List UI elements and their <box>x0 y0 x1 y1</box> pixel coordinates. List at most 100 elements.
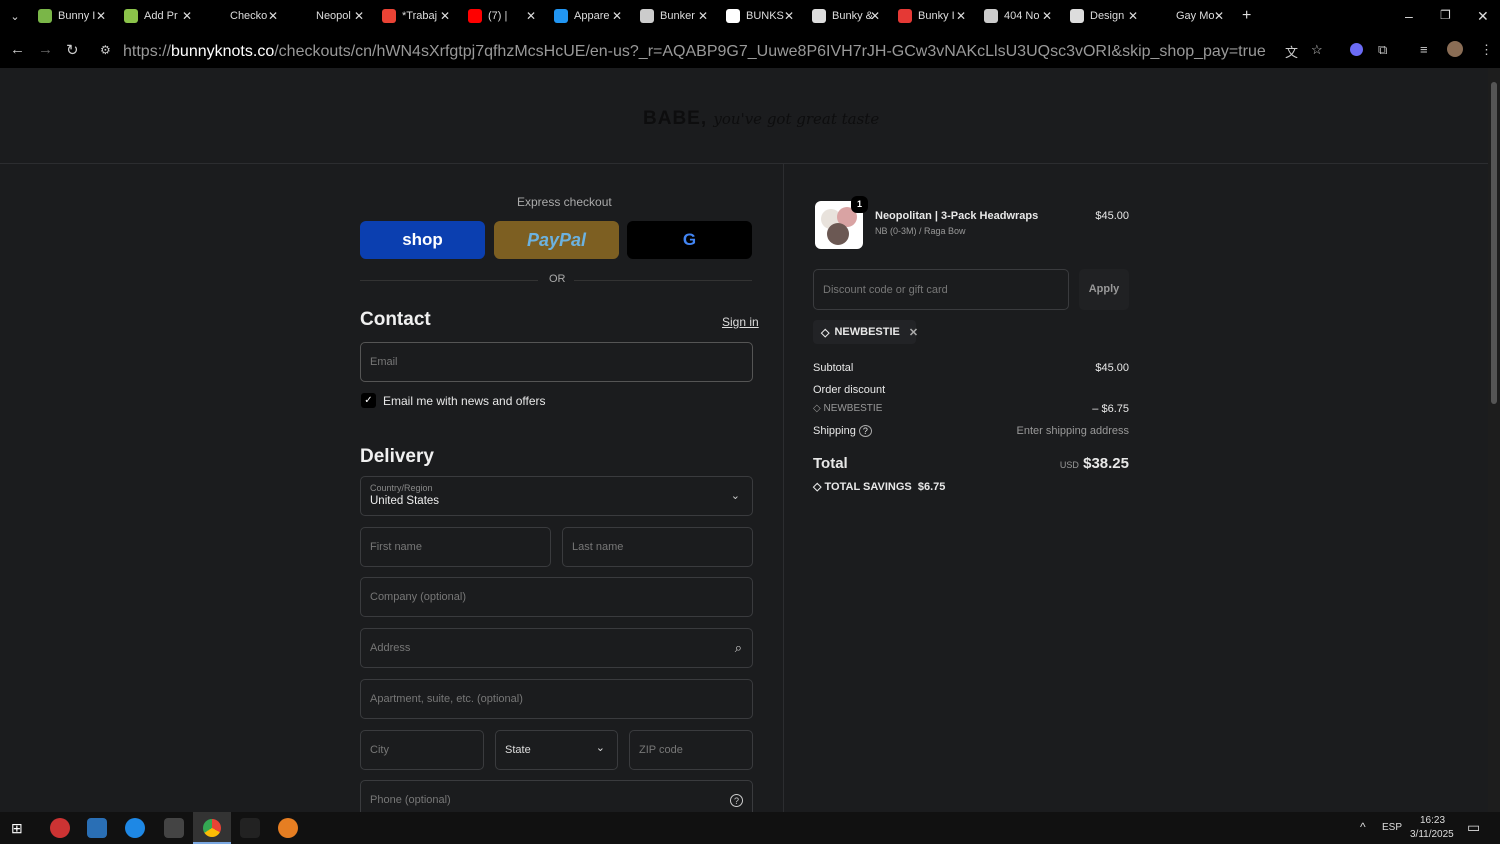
browser-tab[interactable]: Bunker ✕ <box>632 0 718 32</box>
close-tab-icon[interactable]: ✕ <box>698 9 708 23</box>
extensions-puzzle-icon[interactable]: ⧉ <box>1378 42 1387 58</box>
close-tab-icon[interactable]: ✕ <box>612 9 622 23</box>
url-field[interactable]: https://bunnyknots.co/checkouts/cn/hWN4s… <box>123 43 1266 61</box>
browser-tab[interactable]: *Trabaj ✕ <box>374 0 460 32</box>
taskbar-app-icon[interactable] <box>240 818 260 838</box>
apartment-field[interactable]: Apartment, suite, etc. (optional) <box>360 679 753 719</box>
tab-search-chevron-icon[interactable]: ⌄ <box>0 10 30 23</box>
country-select[interactable]: Country/Region United States ⌄ <box>360 476 753 516</box>
tray-chevron-icon[interactable]: ^ <box>1360 820 1366 834</box>
media-control-icon[interactable]: ≡ <box>1420 42 1428 57</box>
browser-tab[interactable]: Checko ✕ <box>202 0 288 32</box>
notifications-icon[interactable]: ▭ <box>1467 819 1480 836</box>
country-value: United States <box>370 495 440 507</box>
menu-kebab-icon[interactable]: ⋮ <box>1480 42 1493 58</box>
email-field[interactable]: Email <box>360 342 753 382</box>
close-tab-icon[interactable]: ✕ <box>1042 9 1052 23</box>
close-tab-icon[interactable]: ✕ <box>526 9 536 23</box>
last-name-field[interactable]: Last name <box>562 527 753 567</box>
restore-button[interactable]: ❐ <box>1440 8 1451 22</box>
browser-tab[interactable]: Gay Mo ✕ <box>1148 0 1234 32</box>
shipping-value: Enter shipping address <box>1016 425 1129 437</box>
close-window-button[interactable]: ✕ <box>1477 8 1489 25</box>
profile-avatar[interactable] <box>1447 41 1463 57</box>
url-domain: bunnyknots.co <box>171 43 275 60</box>
close-tab-icon[interactable]: ✕ <box>268 9 278 23</box>
first-name-field[interactable]: First name <box>360 527 551 567</box>
help-icon[interactable]: ? <box>730 793 743 807</box>
close-tab-icon[interactable]: ✕ <box>1128 9 1138 23</box>
zip-field[interactable]: ZIP code <box>629 730 753 770</box>
close-tab-icon[interactable]: ✕ <box>96 9 106 23</box>
discount-code-field[interactable]: Discount code or gift card <box>813 269 1069 310</box>
browser-tab[interactable]: Neopol ✕ <box>288 0 374 32</box>
close-tab-icon[interactable]: ✕ <box>182 9 192 23</box>
address-field[interactable]: Address ⌕ <box>360 628 753 668</box>
shop-pay-button[interactable]: shop <box>360 221 485 259</box>
divider <box>360 280 538 281</box>
back-button[interactable]: ← <box>10 41 25 58</box>
url-scheme: https:// <box>123 43 172 60</box>
state-select[interactable]: State ⌄ <box>495 730 618 770</box>
remove-discount-icon[interactable]: ✕ <box>909 326 918 339</box>
close-tab-icon[interactable]: ✕ <box>354 9 364 23</box>
clock-time[interactable]: 16:23 <box>1420 815 1445 826</box>
taskbar-app-icon[interactable] <box>278 818 298 838</box>
express-checkout-title: Express checkout <box>517 195 612 209</box>
close-tab-icon[interactable]: ✕ <box>956 9 966 23</box>
language-indicator[interactable]: ESP <box>1382 822 1402 833</box>
taskbar-app-icon[interactable] <box>87 818 107 838</box>
browser-tab[interactable]: Appare ✕ <box>546 0 632 32</box>
company-field[interactable]: Company (optional) <box>360 577 753 617</box>
browser-tab[interactable]: Design ✕ <box>1062 0 1148 32</box>
scrollbar-thumb[interactable] <box>1491 82 1497 404</box>
product-price: $45.00 <box>1095 210 1129 222</box>
new-tab-button[interactable]: + <box>1242 7 1251 25</box>
newsletter-checkbox[interactable]: ✓ <box>361 393 376 408</box>
city-field[interactable]: City <box>360 730 484 770</box>
close-tab-icon[interactable]: ✕ <box>440 9 450 23</box>
browser-tab[interactable]: Bunny I ✕ <box>30 0 116 32</box>
store-logo[interactable]: BABE, you've got great taste <box>643 108 879 130</box>
logo-bold: BABE, <box>643 108 708 129</box>
scrollbar[interactable] <box>1488 68 1500 812</box>
close-tab-icon[interactable]: ✕ <box>870 9 880 23</box>
search-icon: ⌕ <box>734 640 742 655</box>
extension-icon[interactable] <box>1350 43 1363 56</box>
windows-start-icon[interactable]: ⊞ <box>11 820 23 837</box>
minimize-button[interactable]: – <box>1405 8 1413 24</box>
taskbar-app-icon[interactable] <box>164 818 184 838</box>
browser-tab[interactable]: Bunky & ✕ <box>804 0 890 32</box>
or-label: OR <box>549 273 566 285</box>
translate-icon[interactable]: 文 <box>1285 42 1298 61</box>
sign-in-link[interactable]: Sign in <box>722 315 759 329</box>
order-discount-label: Order discount <box>813 384 886 396</box>
bookmark-star-icon[interactable]: ☆ <box>1311 42 1323 58</box>
shipping-label-text: Shipping <box>813 425 856 437</box>
clock-date[interactable]: 3/11/2025 <box>1410 829 1454 840</box>
browser-tab[interactable]: BUNKS ✕ <box>718 0 804 32</box>
browser-tab[interactable]: Add Pr ✕ <box>116 0 202 32</box>
total-value: USD $38.25 <box>1060 455 1129 472</box>
taskbar-app-icon[interactable] <box>50 818 70 838</box>
paypal-button[interactable]: PayPal <box>494 221 619 259</box>
chevron-down-icon: ⌄ <box>595 742 605 754</box>
apply-button[interactable]: Apply <box>1079 269 1129 310</box>
site-info-icon[interactable]: ⚙ <box>100 43 111 57</box>
taskbar-app-icon[interactable] <box>125 818 145 838</box>
forward-button[interactable]: → <box>38 41 53 58</box>
favicon-icon <box>1156 9 1170 23</box>
browser-tab[interactable]: (7) | ✕ <box>460 0 546 32</box>
taskbar-chrome-active[interactable] <box>193 812 231 844</box>
favicon-icon <box>1070 9 1084 23</box>
browser-tab[interactable]: 404 No ✕ <box>976 0 1062 32</box>
close-tab-icon[interactable]: ✕ <box>784 9 794 23</box>
browser-tab[interactable]: Bunky I ✕ <box>890 0 976 32</box>
logo-script: you've got great taste <box>713 110 880 128</box>
reload-button[interactable]: ↻ <box>66 41 79 59</box>
discount-value: – $6.75 <box>1092 403 1129 415</box>
tab-strip: ⌄ Bunny I ✕ Add Pr ✕ Checko ✕ Neopol ✕ *Trabaj ✕(… <box>0 0 1500 32</box>
close-tab-icon[interactable]: ✕ <box>1214 9 1224 23</box>
help-icon[interactable]: ? <box>858 425 872 437</box>
google-pay-button[interactable]: G <box>627 221 752 259</box>
